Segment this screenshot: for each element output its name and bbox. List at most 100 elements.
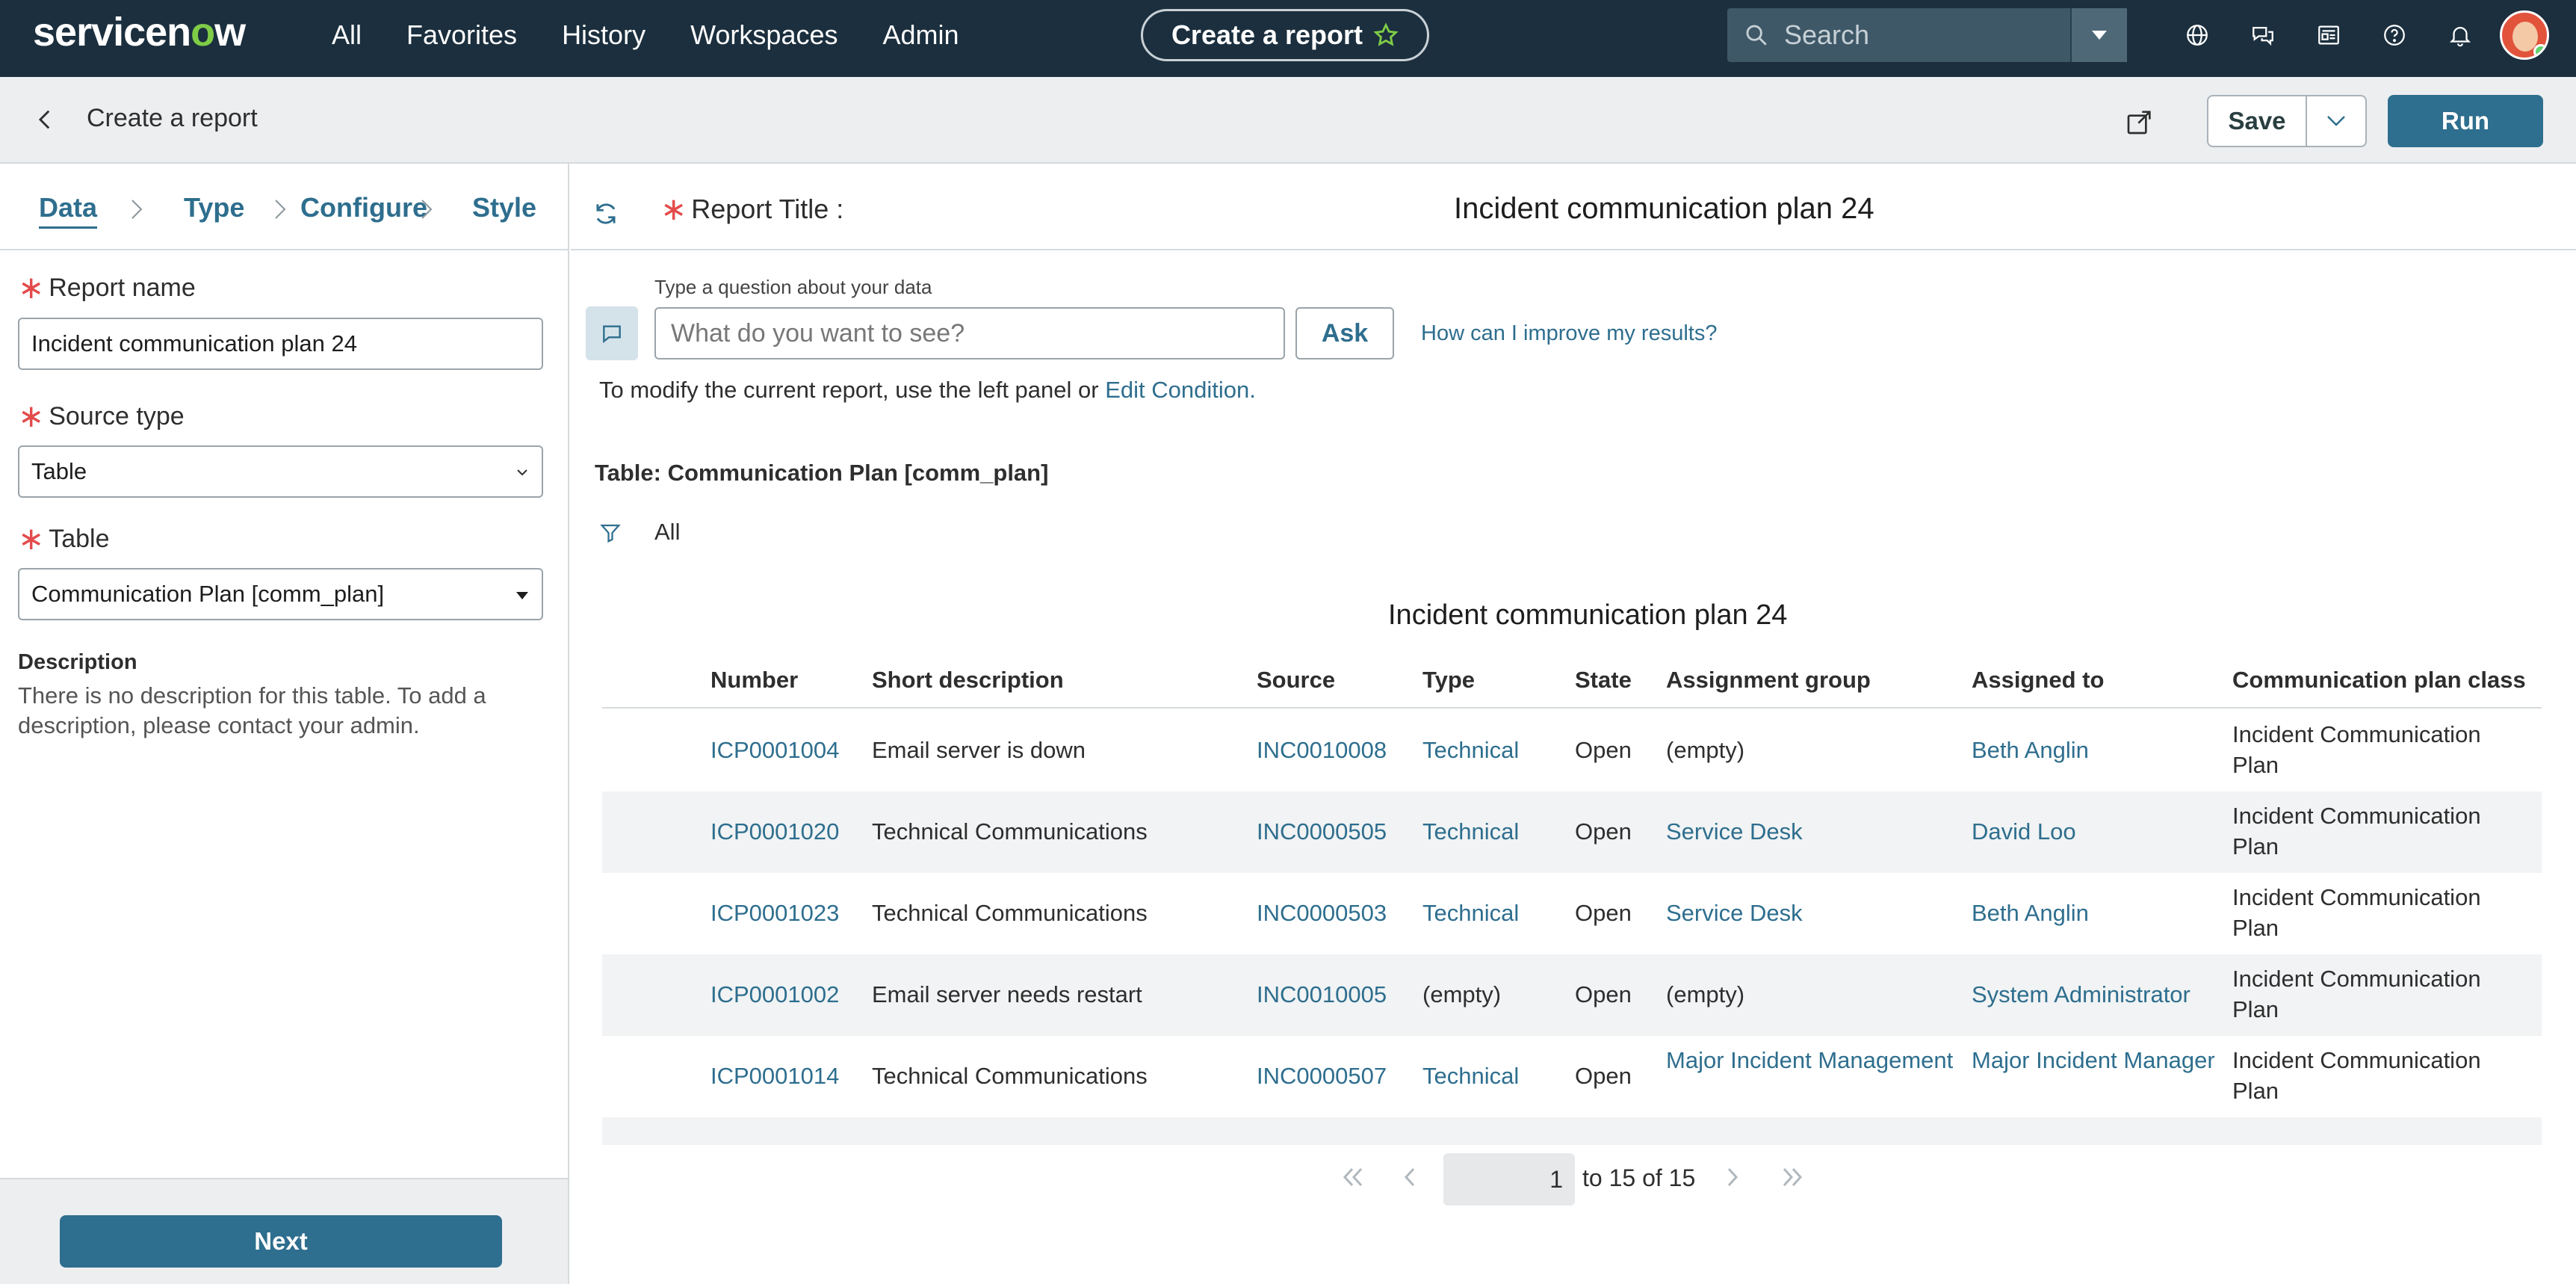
conversation-button[interactable] [586,306,638,360]
star-icon[interactable] [1373,22,1399,48]
cell-assigned-to[interactable]: David Loo [1972,816,2226,847]
edit-condition-link[interactable]: Edit Condition. [1105,377,1256,403]
search-scope-dropdown[interactable] [2070,8,2127,62]
cell-number[interactable]: ICP0001023 [710,898,860,928]
step-style[interactable]: Style [472,192,536,223]
save-options-dropdown[interactable] [2306,95,2367,147]
table-row[interactable]: ICP0001023 Technical Communications INC000… [602,873,2542,954]
description-heading: Description [18,650,137,674]
cell-short-description: Technical Communications [872,818,1148,845]
help-icon[interactable] [2362,22,2427,48]
nav-admin[interactable]: Admin [882,19,959,51]
nav-favorites[interactable]: Favorites [406,19,517,51]
col-number[interactable]: Number [710,667,798,694]
cell-assigned-to[interactable]: Major Incident Manager [1972,1045,2226,1075]
cell-short-description: Email server is down [872,737,1086,763]
cell-number[interactable]: ICP0001004 [710,735,860,765]
page-number-input[interactable]: 1 [1443,1153,1575,1206]
cell-assignment-group[interactable]: Major Incident Management [1666,1045,1957,1075]
required-asterisk-icon: ∗ [18,398,45,433]
table-row[interactable]: ICP0001002 Email server needs restart INC0… [602,954,2542,1036]
search-placeholder: Search [1784,19,1870,50]
cell-short-description: Email server needs restart [872,981,1142,1007]
required-asterisk-icon: ∗ [18,270,45,305]
save-button[interactable]: Save [2207,95,2307,147]
first-page-icon[interactable] [1340,1166,1366,1188]
cell-assigned-to[interactable]: System Administrator [1972,979,2226,1010]
cell-assigned-to[interactable]: Beth Anglin [1972,735,2226,765]
page-range-text: to 15 of 15 [1582,1164,1696,1191]
filter-breadcrumb[interactable]: All [654,519,680,546]
run-button[interactable]: Run [2388,95,2543,147]
report-name-input[interactable]: Incident communication plan 24 [18,318,543,370]
col-state[interactable]: State [1575,667,1632,694]
ask-question-input[interactable]: What do you want to see? [654,307,1285,359]
table-select[interactable]: Communication Plan [comm_plan] [18,568,543,620]
step-data[interactable]: Data [39,192,98,229]
ask-button[interactable]: Ask [1295,307,1394,359]
cell-assignment-group[interactable]: Service Desk [1666,816,1957,847]
news-icon[interactable] [2296,22,2362,48]
col-assigned-to[interactable]: Assigned to [1972,667,2104,694]
back-arrow-icon[interactable] [33,107,58,132]
cell-state: Open [1575,818,1632,845]
list-report-title: Incident communication plan 24 [1388,599,1788,631]
col-type[interactable]: Type [1422,667,1475,694]
last-page-icon[interactable] [1780,1166,1805,1188]
cell-source[interactable]: INC0000503 [1257,898,1414,928]
cell-communication-plan-class: Incident Communication Plan [2232,803,2481,859]
presence-badge [2533,44,2547,58]
globe-icon[interactable] [2164,22,2230,48]
source-type-select[interactable]: Table [18,445,543,498]
cell-type[interactable]: Technical [1422,816,1564,847]
cell-number[interactable]: ICP0001002 [710,979,860,1010]
cell-type[interactable]: Technical [1422,735,1564,765]
page-title: Create a report [87,104,258,132]
step-configure[interactable]: Configure [300,192,427,223]
previous-page-icon[interactable] [1402,1166,1418,1188]
cell-type[interactable]: Technical [1422,1061,1564,1091]
table-row[interactable]: Incident Communication [602,1117,2542,1145]
context-title-pill[interactable]: Create a report [1141,9,1429,61]
nav-history[interactable]: History [562,19,645,51]
cell-source[interactable]: INC0000505 [1257,816,1414,847]
col-short-description[interactable]: Short description [872,667,1064,694]
global-search-input[interactable]: Search [1727,8,2127,62]
col-communication-plan-class[interactable]: Communication plan class [2232,667,2526,694]
table-row[interactable]: ICP0001020 Technical Communications INC000… [602,791,2542,873]
cell-source[interactable]: INC0010005 [1257,979,1414,1010]
next-button[interactable]: Next [60,1215,502,1268]
report-title-value[interactable]: Incident communication plan 24 [1454,192,1874,226]
col-source[interactable]: Source [1257,667,1335,694]
cell-assigned-to[interactable]: Beth Anglin [1972,898,2226,928]
source-type-label: ∗ Source type [18,398,185,433]
cell-source[interactable]: INC0010008 [1257,735,1414,765]
search-icon [1746,25,1767,46]
chat-icon[interactable] [2230,22,2296,48]
table-row[interactable]: ICP0001014 Technical Communications INC000… [602,1036,2542,1117]
report-name-label: ∗ Report name [18,270,196,305]
chat-bubble-icon [603,325,621,344]
bell-icon[interactable] [2427,22,2493,48]
share-icon[interactable] [2125,107,2155,137]
table-label: ∗ Table [18,521,110,556]
cell-assignment-group[interactable]: Service Desk [1666,898,1957,928]
cell-number[interactable]: ICP0001020 [710,816,860,847]
filter-icon[interactable] [599,520,622,546]
cell-type[interactable]: Technical [1422,898,1564,928]
cell-source[interactable]: INC0000507 [1257,1061,1414,1091]
cell-short-description: Technical Communications [872,900,1148,926]
user-avatar[interactable] [2500,10,2549,60]
servicenow-logo[interactable]: servicenow [33,9,246,55]
chevron-right-icon [131,200,143,219]
nav-all[interactable]: All [332,19,362,51]
nav-workspaces[interactable]: Workspaces [690,19,837,51]
cell-number[interactable]: ICP0001014 [710,1061,860,1091]
ask-hint-label: Type a question about your data [654,276,932,298]
improve-results-link[interactable]: How can I improve my results? [1421,321,1717,346]
step-type[interactable]: Type [184,192,244,223]
col-assignment-group[interactable]: Assignment group [1666,667,1871,694]
next-page-icon[interactable] [1724,1166,1741,1188]
refresh-icon[interactable] [592,200,620,228]
table-row[interactable]: ICP0001004 Email server is down INC0010008… [602,710,2542,791]
